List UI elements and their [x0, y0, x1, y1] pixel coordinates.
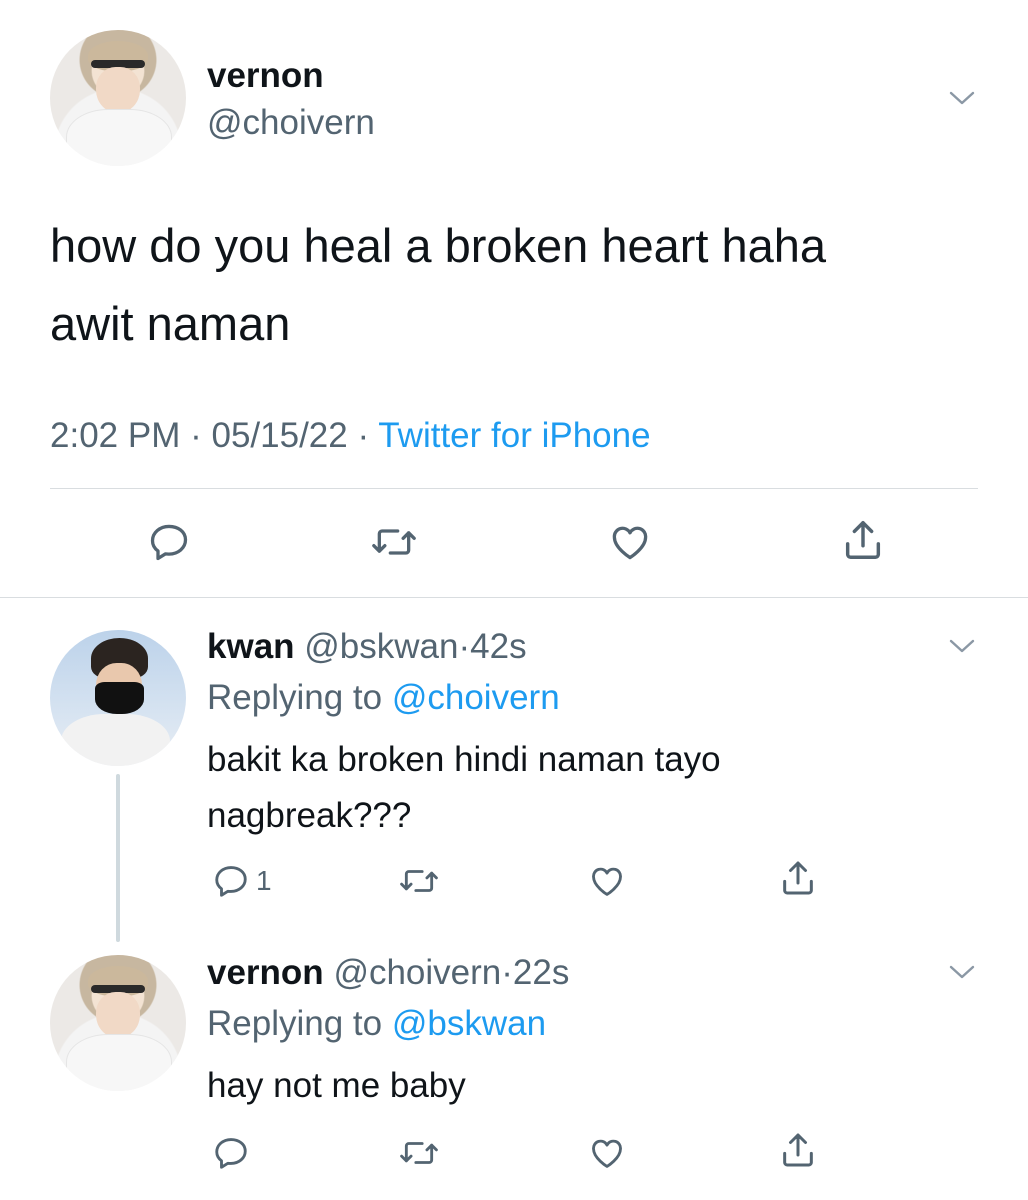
replying-to: Replying to @bskwan — [207, 1004, 546, 1044]
like-icon — [612, 526, 648, 560]
reply-age: 42s — [470, 627, 527, 666]
reply-text-line-1: hay not me baby — [207, 1066, 466, 1105]
reply-icon — [150, 524, 188, 561]
replying-label: Replying to — [207, 678, 383, 717]
tweet-date: 05/15/22 — [211, 416, 348, 455]
chevron-down-icon[interactable] — [949, 90, 975, 106]
reply-age: 22s — [512, 953, 570, 992]
display-name[interactable]: vernon — [207, 953, 324, 992]
replying-label: Replying to — [207, 1004, 383, 1043]
handle[interactable]: @choivern — [333, 953, 501, 992]
retweet-icon — [372, 529, 416, 555]
share-button[interactable] — [778, 1130, 818, 1170]
share-button[interactable] — [840, 517, 886, 563]
thread-line — [116, 774, 120, 942]
meta-separator: · — [501, 953, 513, 992]
retweet-button[interactable] — [370, 520, 418, 564]
like-button[interactable] — [587, 862, 627, 900]
share-button[interactable] — [778, 858, 818, 898]
replying-to-link[interactable]: @bskwan — [392, 1004, 546, 1043]
chevron-down-icon[interactable] — [949, 638, 975, 654]
divider — [50, 488, 978, 489]
tweet-text-line-2: awit naman — [50, 297, 291, 350]
share-icon — [783, 861, 813, 895]
share-icon — [845, 521, 881, 559]
reply-icon — [215, 866, 247, 897]
meta-separator: · — [458, 627, 471, 666]
reply-count: 1 — [256, 865, 272, 896]
replying-to: Replying to @choivern — [207, 678, 560, 718]
like-icon — [592, 1139, 622, 1168]
reply-header: kwan @bskwan·42s — [207, 627, 527, 667]
avatar[interactable] — [50, 630, 186, 766]
replying-to-link[interactable]: @choivern — [392, 678, 560, 717]
meta-separator: · — [357, 416, 370, 455]
display-name[interactable]: kwan — [207, 627, 295, 666]
avatar[interactable] — [50, 30, 186, 166]
tweet-text-line-1: how do you heal a broken heart haha — [50, 219, 827, 272]
retweet-button[interactable] — [398, 1134, 440, 1172]
share-icon — [783, 1133, 813, 1167]
tweet-time: 2:02 PM — [50, 416, 181, 455]
tweet-source-link[interactable]: Twitter for iPhone — [378, 416, 650, 455]
avatar[interactable] — [50, 955, 186, 1091]
retweet-button[interactable] — [398, 862, 440, 900]
reply-button[interactable] — [212, 1134, 250, 1172]
reply-text-line-1: bakit ka broken hindi naman tayo — [207, 740, 721, 779]
like-button[interactable] — [587, 1134, 627, 1172]
retweet-icon — [400, 870, 438, 892]
reply-button[interactable]: 1 — [212, 862, 272, 900]
reply-text-line-2: nagbreak??? — [207, 796, 412, 835]
reply-icon — [215, 1138, 247, 1169]
handle[interactable]: @bskwan — [304, 627, 458, 666]
like-button[interactable] — [607, 520, 653, 564]
tweet-meta: 2:02 PM · 05/15/22 · Twitter for iPhone — [50, 416, 651, 456]
reply-header: vernon @choivern·22s — [207, 953, 569, 993]
retweet-icon — [400, 1142, 438, 1164]
divider — [0, 597, 1028, 598]
chevron-down-icon[interactable] — [949, 964, 975, 980]
like-icon — [592, 867, 622, 896]
handle[interactable]: @choivern — [207, 103, 375, 143]
display-name[interactable]: vernon — [207, 56, 324, 96]
meta-separator: · — [190, 416, 202, 455]
reply-button[interactable] — [147, 520, 191, 564]
